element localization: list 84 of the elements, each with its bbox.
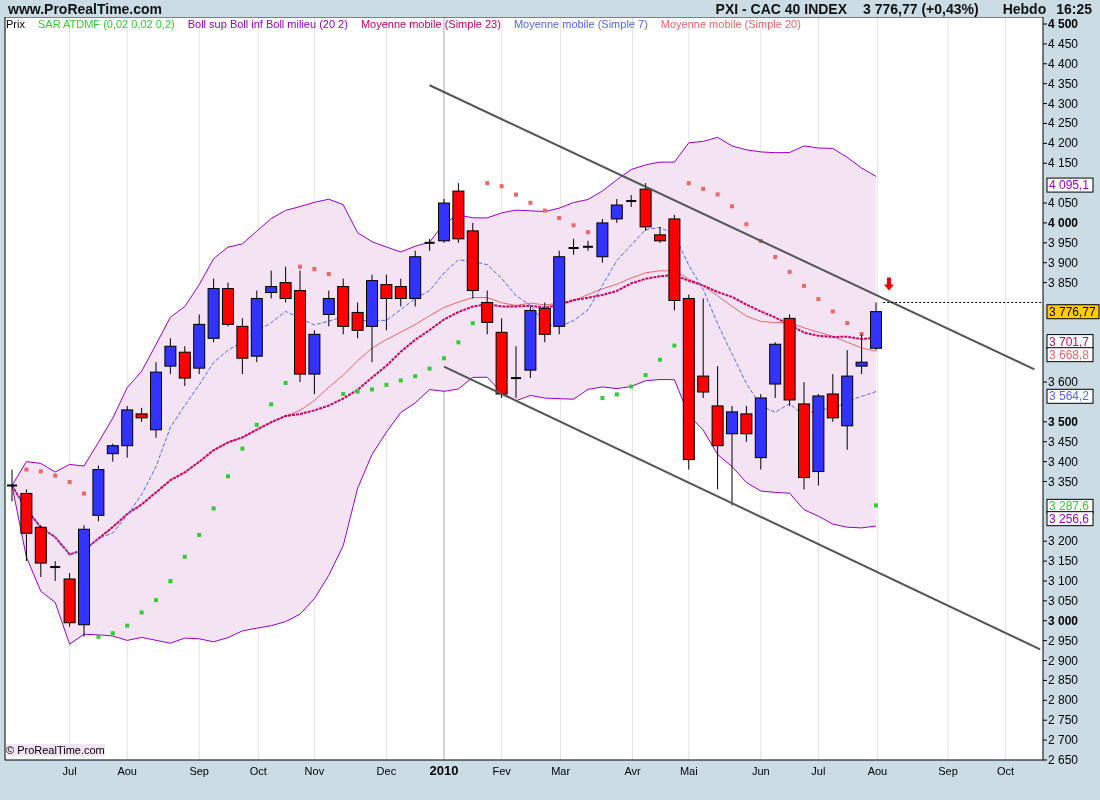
axis-label: 3 450 xyxy=(1048,434,1079,449)
value-tag: 3 668,8 xyxy=(1046,347,1094,363)
axis-label: 3 500 xyxy=(1048,414,1079,429)
candle xyxy=(34,524,47,578)
legend-label: SAR ATDMF (0,02 0,02 0,2) xyxy=(37,18,175,30)
axis-label: 2 800 xyxy=(1048,693,1079,708)
instrument-title: PXI - CAC 40 INDEX xyxy=(715,0,848,17)
axis-label: 3 600 xyxy=(1048,375,1079,390)
quote-text: 3 776,77 (+0,43%) xyxy=(863,0,979,17)
axis-label: 3 050 xyxy=(1048,593,1079,608)
candle xyxy=(92,465,105,522)
candle xyxy=(870,302,882,351)
candle xyxy=(452,182,465,244)
axis-label: 4 450 xyxy=(1048,36,1079,51)
axis-label: 3 000 xyxy=(1048,613,1079,628)
axis-label: Aou xyxy=(867,765,888,777)
axis-label: 4 050 xyxy=(1048,196,1079,211)
candle xyxy=(207,278,220,343)
axis-label: 2 900 xyxy=(1048,653,1079,668)
legend-label: Moyenne mobile (Simple 7) xyxy=(513,18,648,30)
axis-label: 3 400 xyxy=(1048,454,1079,469)
legend-label: Boll sup Boll inf Boll milieu (20 2) xyxy=(187,18,348,30)
candle xyxy=(178,345,191,387)
candle xyxy=(322,290,335,327)
candle xyxy=(106,443,119,463)
axis-label: 3 150 xyxy=(1048,554,1079,569)
axis-label: 3 200 xyxy=(1048,534,1079,549)
axis-label: Jul xyxy=(811,765,826,777)
value-tag: 3 256,6 xyxy=(1046,511,1094,527)
axis-label: Aou xyxy=(117,765,137,777)
time-text: 16:25 xyxy=(1056,0,1092,17)
legend-label: Moyenne mobile (Simple 23) xyxy=(360,18,501,30)
candle xyxy=(308,329,321,395)
candle xyxy=(654,226,666,244)
axis-label: 4 000 xyxy=(1048,215,1079,230)
candle xyxy=(438,198,450,244)
axis-label: Dec xyxy=(376,765,397,777)
candle xyxy=(582,240,594,252)
axis-label: 3 100 xyxy=(1048,573,1079,588)
axis-label: Mar xyxy=(551,765,571,777)
price-tag: 3 776,77 xyxy=(1046,304,1100,320)
period-text: Hebdo xyxy=(1002,0,1047,17)
candle xyxy=(265,270,278,299)
axis-label: 2 950 xyxy=(1048,633,1079,648)
axis-label: Jun xyxy=(751,765,770,777)
axis-label: 4 250 xyxy=(1048,116,1079,131)
candle xyxy=(236,317,249,375)
axis-label: Sep xyxy=(189,765,209,777)
copyright-text: © ProRealTime.com xyxy=(6,744,105,756)
legend-label: Prix xyxy=(6,18,25,30)
axis-label: Oct xyxy=(249,765,267,777)
axis-label: 2 700 xyxy=(1048,733,1079,748)
legend-label: Moyenne mobile (Simple 20) xyxy=(660,18,801,30)
axis-label: Oct xyxy=(997,765,1015,777)
site-title: www.ProRealTime.com xyxy=(8,0,164,17)
candle xyxy=(279,266,292,303)
candle xyxy=(164,337,177,375)
down-arrow-icon xyxy=(883,277,894,291)
axis-label: 2 650 xyxy=(1048,753,1079,767)
axis-label: 2 850 xyxy=(1048,673,1079,688)
axis-label: 2010 xyxy=(429,763,459,778)
value-tag: 4 095,1 xyxy=(1046,177,1094,193)
value-tag: 3 701,7 xyxy=(1046,334,1094,350)
axis-label: 2 750 xyxy=(1048,713,1079,728)
axis-label: 4 200 xyxy=(1048,136,1079,151)
axis-label: 4 150 xyxy=(1048,156,1079,171)
axis-label: Fev xyxy=(492,765,511,777)
axis-label: 4 350 xyxy=(1048,76,1079,91)
candle xyxy=(193,313,206,375)
axis-label: 4 300 xyxy=(1048,96,1079,111)
axis-label: 4 500 xyxy=(1048,17,1079,31)
candle xyxy=(510,345,522,399)
axis-label: Sep xyxy=(938,765,958,777)
axis-label: Avr xyxy=(624,765,641,777)
axis-label: Jul xyxy=(62,765,77,777)
axis-label: 3 350 xyxy=(1048,474,1079,489)
axis-label: 4 400 xyxy=(1048,56,1079,71)
axis-label: Nov xyxy=(304,765,325,777)
axis-label: 3 850 xyxy=(1048,275,1079,290)
candle xyxy=(222,282,234,327)
value-tag: 3 564,2 xyxy=(1046,388,1094,404)
axis-label: 3 900 xyxy=(1048,255,1079,270)
axis-label: 3 950 xyxy=(1048,235,1079,250)
axis-label: Mai xyxy=(679,765,698,777)
